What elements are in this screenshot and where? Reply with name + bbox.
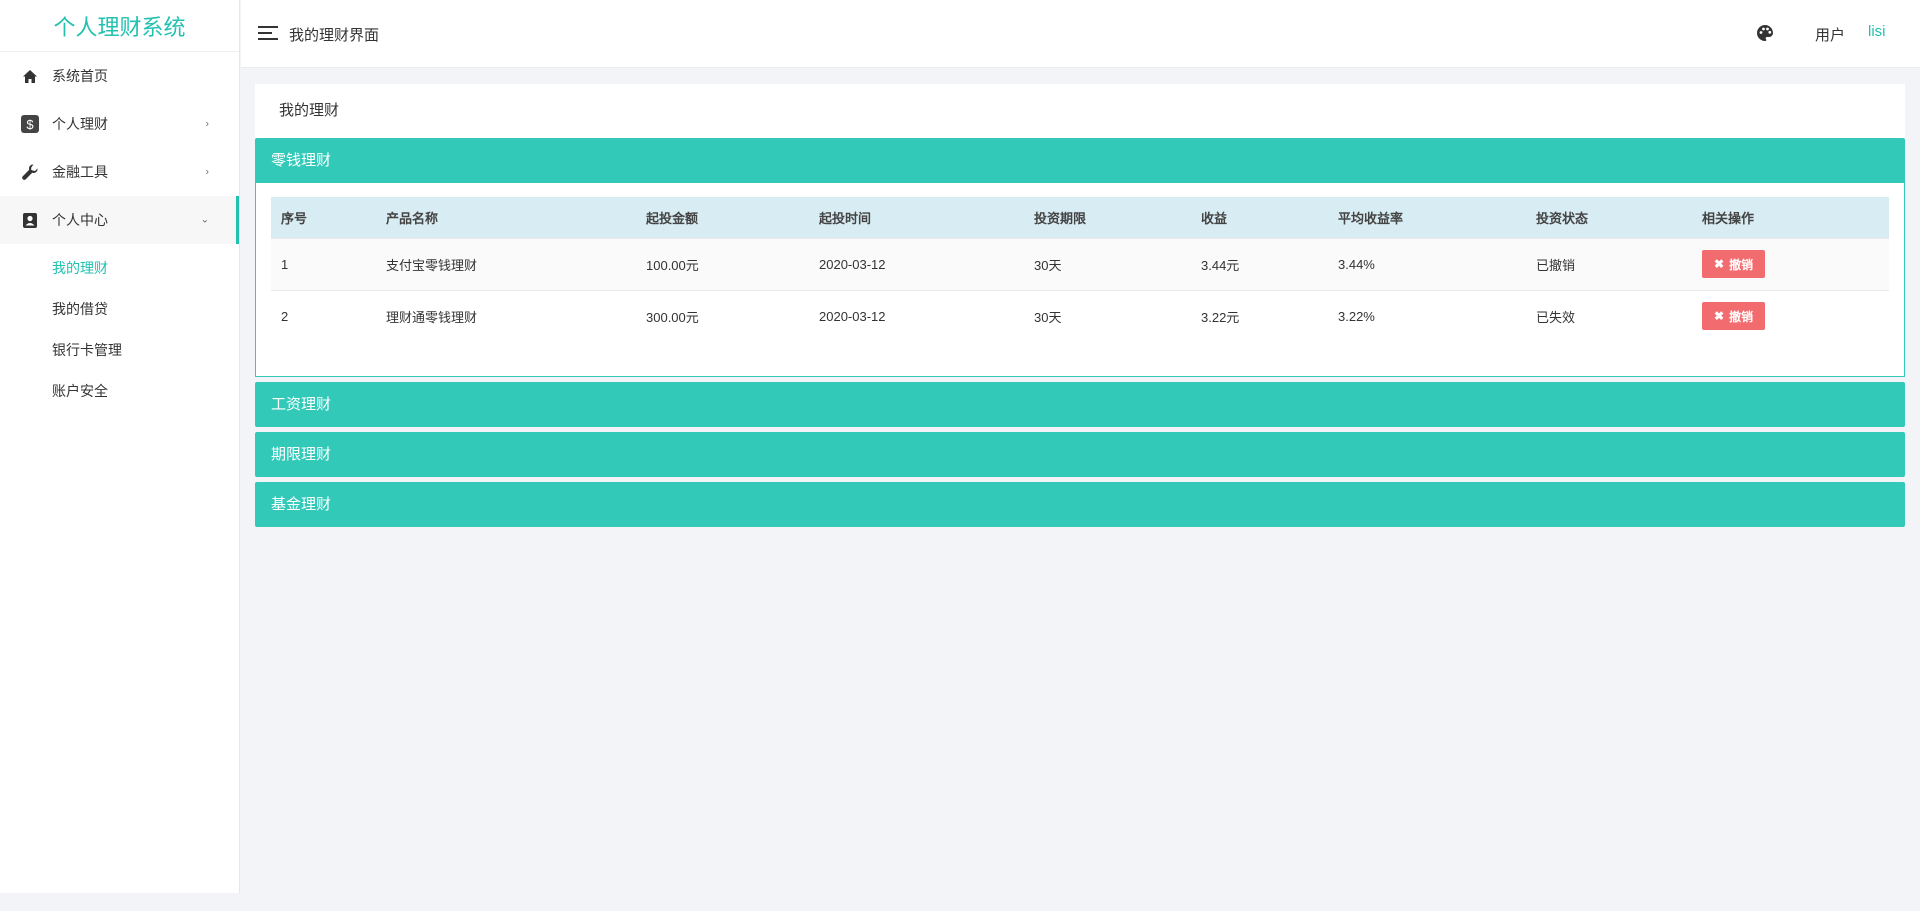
column-header: 收益 [1201, 210, 1228, 226]
column-header: 起投时间 [819, 210, 872, 226]
finance-table: 序号 产品名称 起投金额 起投时间 投资期限 收益 平均收益率 投资状态 相关操… [271, 197, 1889, 342]
cell-date: 2020-03-12 [809, 237, 1024, 290]
cancel-button[interactable]: ✖ 撤销 [1702, 302, 1766, 331]
column-header: 投资状态 [1536, 210, 1589, 226]
cell-status: 已撤销 [1526, 237, 1692, 290]
panel-term-finance: 期限理财 [255, 432, 1905, 477]
cell-name: 支付宝零钱理财 [376, 237, 636, 290]
column-header: 序号 [281, 210, 308, 226]
cell-amount: 100.00元 [636, 237, 809, 290]
column-header: 相关操作 [1702, 210, 1755, 226]
sidebar-item-label: 个人中心 [52, 212, 108, 228]
cancel-button-label: 撤销 [1729, 257, 1754, 272]
user-card-icon [20, 210, 40, 230]
home-icon [20, 66, 40, 86]
cancel-button[interactable]: ✖ 撤销 [1702, 250, 1766, 278]
sidebar-item-personal-finance[interactable]: $ 个人理财 › [0, 100, 239, 148]
cell-action: ✖ 撤销 [1692, 289, 1889, 342]
cell-status: 已失效 [1526, 289, 1692, 342]
column-header: 投资期限 [1034, 210, 1087, 226]
sidebar-item-label: 金融工具 [52, 164, 108, 180]
panel-header-change-finance[interactable]: 零钱理财 [255, 138, 1905, 183]
svg-text:$: $ [26, 117, 34, 132]
table-row: 1 支付宝零钱理财 100.00元 2020-03-12 30天 3.44元 3… [271, 237, 1889, 290]
panel-salary-finance: 工资理财 [255, 382, 1905, 427]
column-header: 平均收益率 [1338, 210, 1404, 226]
column-header: 产品名称 [386, 210, 439, 226]
cell-name: 理财通零钱理财 [376, 289, 636, 342]
palette-icon[interactable] [1756, 24, 1776, 44]
cancel-button-label: 撤销 [1729, 309, 1754, 324]
page-title: 我的理财界面 [289, 27, 380, 44]
sidebar-item-home[interactable]: 系统首页 [0, 52, 239, 100]
panel-header-salary-finance[interactable]: 工资理财 [255, 382, 1905, 427]
close-icon: ✖ [1714, 309, 1725, 324]
cell-no: 1 [271, 237, 376, 290]
close-icon: ✖ [1714, 257, 1725, 271]
cell-rate: 3.22% [1328, 289, 1526, 342]
wrench-icon [20, 162, 40, 182]
top-header: 我的理财界面 用户 lisi [241, 0, 1920, 68]
menu-toggle-icon[interactable] [258, 26, 278, 41]
submenu-item-bank-cards[interactable]: 银行卡管理 [0, 330, 239, 371]
card-title: 我的理财 [255, 84, 1905, 138]
personal-center-submenu: 我的理财 我的借贷 银行卡管理 账户安全 [0, 244, 239, 412]
cell-term: 30天 [1024, 237, 1191, 290]
sidebar-item-personal-center[interactable]: 个人中心 ⌄ [0, 196, 239, 244]
cell-profit: 3.44元 [1191, 237, 1328, 290]
main-content: 我的理财 零钱理财 序号 产品名称 起投金额 起投时间 投资期限 收益 平均收益… [255, 84, 1905, 532]
cell-date: 2020-03-12 [809, 289, 1024, 342]
panel-body: 序号 产品名称 起投金额 起投时间 投资期限 收益 平均收益率 投资状态 相关操… [255, 183, 1905, 377]
cell-term: 30天 [1024, 289, 1191, 342]
submenu-item-my-finance[interactable]: 我的理财 [0, 248, 239, 289]
sidebar-item-label: 系统首页 [52, 68, 108, 84]
chevron-right-icon: › [205, 118, 209, 130]
sidebar: 个人理财系统 系统首页 $ 个人理财 › 金融工具 › 个人中心 ⌄ 我的理财 … [0, 0, 240, 893]
column-header: 起投金额 [646, 210, 699, 226]
panel-header-term-finance[interactable]: 期限理财 [255, 432, 1905, 477]
cell-no: 2 [271, 289, 376, 342]
cell-action: ✖ 撤销 [1692, 237, 1889, 290]
sidebar-item-financial-tools[interactable]: 金融工具 › [0, 148, 239, 196]
user-name-link[interactable]: lisi [1868, 23, 1886, 40]
submenu-item-my-loans[interactable]: 我的借贷 [0, 289, 239, 330]
panel-header-fund-finance[interactable]: 基金理财 [255, 482, 1905, 527]
table-header-row: 序号 产品名称 起投金额 起投时间 投资期限 收益 平均收益率 投资状态 相关操… [271, 197, 1889, 238]
sidebar-item-label: 个人理财 [52, 116, 108, 132]
cell-profit: 3.22元 [1191, 289, 1328, 342]
panel-change-finance: 零钱理财 序号 产品名称 起投金额 起投时间 投资期限 收益 平均收益率 投资状… [255, 138, 1905, 377]
dollar-icon: $ [20, 114, 40, 134]
chevron-right-icon: › [205, 166, 209, 178]
cell-rate: 3.44% [1328, 237, 1526, 290]
app-brand[interactable]: 个人理财系统 [0, 0, 239, 52]
panel-fund-finance: 基金理财 [255, 482, 1905, 527]
submenu-item-account-security[interactable]: 账户安全 [0, 371, 239, 412]
user-label: 用户 [1815, 27, 1846, 44]
chevron-down-icon: ⌄ [200, 214, 209, 226]
table-row: 2 理财通零钱理财 300.00元 2020-03-12 30天 3.22元 3… [271, 289, 1889, 342]
cell-amount: 300.00元 [636, 289, 809, 342]
